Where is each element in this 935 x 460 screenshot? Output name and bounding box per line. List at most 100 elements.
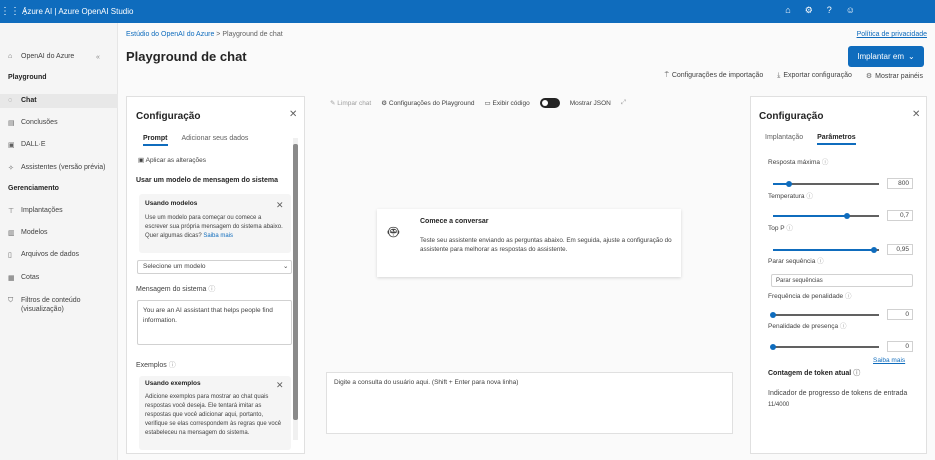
learn-more-link[interactable]: Saiba mais (873, 356, 905, 366)
deploy-button[interactable]: Implantar em ⌄ (848, 46, 924, 67)
broom-icon: ✎ (330, 100, 336, 107)
help-icon[interactable]: ? (827, 5, 832, 16)
nav-chat[interactable]: ◌ Chat (0, 94, 118, 108)
nav-content-filters-label: Filtros de conteúdo (visualização) (21, 297, 81, 313)
gear-icon: ⚙ (381, 100, 388, 107)
template-select[interactable]: Selecione um modelo ⌄ (137, 260, 292, 274)
system-config-panel: Configuração ✕ Prompt Adicionar seus dad… (126, 96, 305, 454)
max-response-label-text: Resposta máxima (768, 159, 821, 166)
assistant-icon: ✧ (8, 165, 14, 172)
file-icon: ▯ (8, 252, 12, 259)
templates-learn-more-link[interactable]: Saiba mais (203, 233, 233, 239)
examples-label-text: Exemplos (136, 362, 167, 369)
start-chat-card: 🤖︎ Comece a conversar Teste seu assisten… (377, 209, 681, 277)
temperature-value[interactable]: 0,7 (887, 210, 913, 221)
system-message-label-text: Mensagem do sistema (136, 286, 207, 293)
nav-deployments-label: Implantações (21, 207, 63, 214)
gear-icon: ⚙ (865, 73, 873, 80)
notification-icon[interactable]: ⌂ (785, 5, 790, 16)
top-p-slider[interactable] (773, 245, 879, 255)
nav-openai-label: OpenAI do Azure (21, 53, 75, 60)
view-code-button[interactable]: ▭ Exibir código (485, 99, 530, 107)
max-response-slider[interactable] (773, 179, 879, 189)
export-settings-button[interactable]: ⤓ Exportar configuração (777, 72, 852, 80)
app-launcher-icon[interactable]: ⋮⋮⋮ (0, 6, 30, 17)
slider-track[interactable] (773, 314, 879, 316)
nav-assistants[interactable]: ✧ Assistentes (versão prévia) (0, 164, 118, 172)
system-message-value: You are an AI assistant that helps peopl… (143, 307, 273, 324)
parameters-tabs: Implantação Parâmetros (765, 134, 856, 145)
info-icon: ⓘ (853, 370, 861, 377)
user-query-input[interactable]: Digite a consulta do usuário aqui. (Shif… (326, 372, 733, 434)
show-panels-button[interactable]: ⚙ Mostrar painéis (866, 72, 923, 80)
temperature-slider[interactable] (773, 211, 879, 221)
export-settings-label: Exportar configuração (783, 72, 852, 79)
system-panel-scrollbar[interactable] (293, 138, 298, 440)
deploy-button-label: Implantar em (857, 52, 904, 61)
info-icon: ⓘ (168, 362, 176, 369)
nav-data-files-label: Arquivos de dados (21, 251, 79, 258)
code-icon: ▭ (484, 100, 491, 107)
privacy-link[interactable]: Política de privacidade (857, 31, 927, 38)
nav-dalle[interactable]: ▣ DALL·E (0, 141, 118, 149)
chevron-down-icon: ⌄ (907, 52, 915, 61)
scrollbar-thumb[interactable] (293, 144, 298, 420)
top-bar: ⋮⋮⋮ Azure AI | Azure OpenAI Studio ⌂ ⚙ ?… (0, 0, 935, 23)
nav-data-files[interactable]: ▯ Arquivos de dados (0, 251, 118, 259)
template-select-placeholder: Selecione um modelo (143, 263, 206, 270)
dismiss-templates-icon[interactable]: ✕ (276, 200, 284, 211)
expand-icon[interactable]: ⤢ (621, 99, 626, 107)
close-icon[interactable]: ✕ (912, 109, 920, 120)
presence-penalty-slider[interactable] (770, 342, 879, 352)
breadcrumb-link[interactable]: Estúdio do OpenAI do Azure (126, 31, 214, 38)
brand-title[interactable]: Azure AI | Azure OpenAI Studio (22, 7, 133, 16)
nav-openai[interactable]: ⌂ OpenAI do Azure (0, 53, 118, 60)
tab-add-data[interactable]: Adicionar seus dados (182, 135, 249, 146)
slider-thumb[interactable] (785, 181, 792, 187)
apply-changes-button[interactable]: ▣ Aplicar as alterações (138, 156, 206, 166)
system-config-title: Configuração (136, 111, 201, 122)
slider-thumb[interactable] (770, 344, 776, 350)
system-message-input[interactable]: You are an AI assistant that helps peopl… (137, 300, 292, 345)
gear-icon[interactable]: ⚙ (805, 5, 813, 16)
stop-sequence-placeholder: Parar sequências (776, 278, 823, 284)
bot-icon: 🤖︎ (388, 222, 399, 242)
dismiss-examples-icon[interactable]: ✕ (276, 380, 284, 391)
max-response-value[interactable]: 800 (887, 178, 913, 189)
nav-quotas[interactable]: ▦ Cotas (0, 274, 118, 282)
slider-thumb[interactable] (770, 312, 776, 318)
nav-models[interactable]: ▥ Modelos (0, 229, 118, 237)
smiley-icon[interactable]: ☺ (846, 5, 855, 16)
playground-settings-button[interactable]: ⚙ Configurações do Playground (381, 99, 474, 107)
user-query-placeholder: Digite a consulta do usuário aqui. (Shif… (334, 379, 519, 386)
import-settings-button[interactable]: ⍑ Configurações de importação (665, 72, 764, 80)
nav-quotas-label: Cotas (21, 274, 40, 281)
slider-thumb[interactable] (870, 247, 877, 253)
stop-sequence-input[interactable]: Parar sequências (771, 274, 913, 287)
parameters-panel: Configuração ✕ Implantação Parâmetros Re… (750, 96, 927, 454)
close-icon[interactable]: ✕ (289, 109, 297, 120)
import-settings-label: Configurações de importação (671, 72, 764, 79)
tab-deployment[interactable]: Implantação (765, 134, 803, 145)
slider-track[interactable] (773, 346, 879, 348)
clear-chat-button[interactable]: ✎ Limpar chat (330, 99, 371, 107)
top-p-value[interactable]: 0,95 (887, 244, 913, 255)
nav-deployments[interactable]: ⊤ Implantações (0, 207, 118, 215)
json-toggle[interactable] (539, 98, 560, 108)
nav-completions[interactable]: ▤ Conclusões (0, 119, 118, 127)
frequency-penalty-label: Frequência de penalidade ⓘ (768, 292, 851, 302)
stop-sequence-label-text: Parar sequência (768, 258, 816, 265)
nav-header-playground: Playground (8, 74, 47, 81)
presence-penalty-value[interactable]: 0 (887, 341, 913, 352)
token-progress-value: 11/4000 (768, 402, 790, 408)
frequency-penalty-slider[interactable] (770, 310, 879, 320)
examples-card-title: Usando exemplos (145, 380, 201, 387)
tab-parameters[interactable]: Parâmetros (817, 134, 856, 145)
slider-thumb[interactable] (844, 213, 851, 219)
examples-label: Exemplos ⓘ (136, 361, 176, 371)
frequency-penalty-value[interactable]: 0 (887, 309, 913, 320)
tab-prompt[interactable]: Prompt (143, 135, 168, 146)
playground-settings-label: Configurações do Playground (388, 100, 475, 107)
nav-content-filters[interactable]: ⛉ Filtros de conteúdo (visualização) (0, 296, 118, 314)
templates-info-card: Usando modelos ✕ Use um modelo para come… (139, 194, 291, 253)
